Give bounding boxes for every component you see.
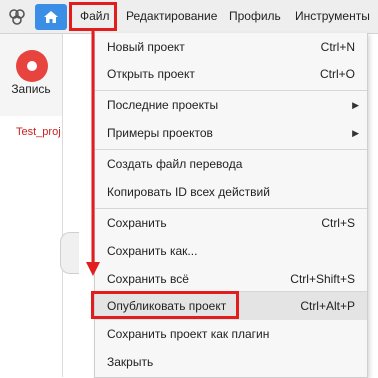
annotation-arrow xyxy=(86,31,100,276)
